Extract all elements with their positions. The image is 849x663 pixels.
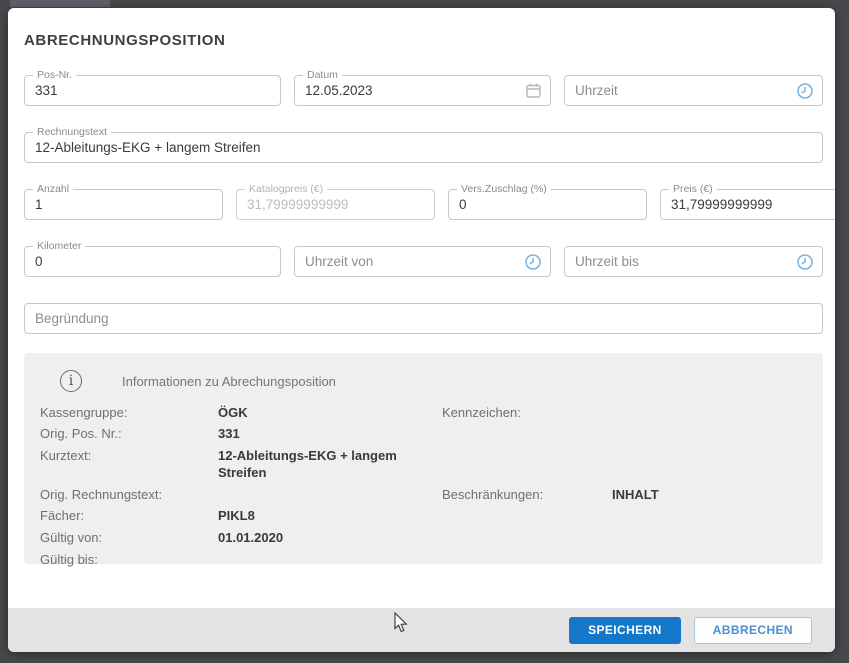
kilometer-input[interactable] xyxy=(25,254,280,269)
clock-icon[interactable] xyxy=(796,82,814,100)
abbrechen-button[interactable]: ABBRECHEN xyxy=(694,617,812,644)
info-label: Beschränkungen: xyxy=(442,484,612,506)
info-icon: i xyxy=(60,370,82,392)
uhrzeit-field[interactable] xyxy=(564,75,823,106)
info-grid: Kassengruppe: ÖGK Kennzeichen: Orig. Pos… xyxy=(40,402,807,571)
clock-icon[interactable] xyxy=(796,253,814,271)
row-1: Pos-Nr. Datum xyxy=(24,75,823,106)
info-value: 12-Ableitungs-EKG + langem Streifen xyxy=(218,446,442,484)
info-value: INHALT xyxy=(612,484,807,506)
pos-nr-input[interactable] xyxy=(25,83,280,98)
info-value xyxy=(612,402,807,424)
row-3: Anzahl Katalogpreis (€) Vers.Zuschlag (%… xyxy=(24,189,823,220)
pos-nr-label: Pos-Nr. xyxy=(33,69,76,81)
info-panel-header: i Informationen zu Abrechungsposition xyxy=(60,370,807,392)
info-panel-title: Informationen zu Abrechungsposition xyxy=(122,374,336,389)
info-label: Gültig bis: xyxy=(40,550,218,572)
info-label: Gültig von: xyxy=(40,528,218,550)
info-value xyxy=(218,550,442,572)
info-label: Fächer: xyxy=(40,506,218,528)
info-label xyxy=(442,550,612,572)
row-2: Rechnungstext xyxy=(24,132,823,163)
preis-field[interactable]: Preis (€) xyxy=(660,189,835,220)
pos-nr-field[interactable]: Pos-Nr. xyxy=(24,75,281,106)
begruendung-input[interactable] xyxy=(25,311,822,326)
speichern-button[interactable]: SPEICHERN xyxy=(569,617,681,644)
kilometer-field[interactable]: Kilometer xyxy=(24,246,281,277)
info-value xyxy=(612,446,807,484)
info-value xyxy=(218,484,442,506)
info-label: Kennzeichen: xyxy=(442,402,612,424)
info-label: Kassengruppe: xyxy=(40,402,218,424)
info-label: Orig. Rechnungstext: xyxy=(40,484,218,506)
rechnungstext-field[interactable]: Rechnungstext xyxy=(24,132,823,163)
datum-field[interactable]: Datum xyxy=(294,75,551,106)
row-4: Kilometer xyxy=(24,246,823,277)
info-value xyxy=(612,528,807,550)
katalogpreis-input xyxy=(237,197,434,212)
katalogpreis-label: Katalogpreis (€) xyxy=(245,183,327,195)
uhrzeit-input[interactable] xyxy=(565,83,796,98)
dialog-title: ABRECHNUNGSPOSITION xyxy=(24,32,823,49)
calendar-icon[interactable] xyxy=(525,82,542,99)
uhrzeit-von-field[interactable] xyxy=(294,246,551,277)
katalogpreis-field: Katalogpreis (€) xyxy=(236,189,435,220)
window-edge-tab xyxy=(10,0,110,7)
begruendung-field[interactable] xyxy=(24,303,823,334)
anzahl-label: Anzahl xyxy=(33,183,73,195)
row-5 xyxy=(24,303,823,334)
kilometer-label: Kilometer xyxy=(33,240,85,252)
vers-zuschlag-input[interactable] xyxy=(449,197,646,212)
abrechnungsposition-dialog: ABRECHNUNGSPOSITION Pos-Nr. Datum xyxy=(8,8,835,652)
dialog-footer: SPEICHERN ABBRECHEN xyxy=(8,608,835,652)
preis-input[interactable] xyxy=(661,197,835,212)
info-value xyxy=(612,550,807,572)
info-value xyxy=(612,424,807,446)
info-value: 331 xyxy=(218,424,442,446)
info-label: Orig. Pos. Nr.: xyxy=(40,424,218,446)
info-label xyxy=(442,446,612,484)
anzahl-input[interactable] xyxy=(25,197,222,212)
uhrzeit-von-input[interactable] xyxy=(295,254,524,269)
rechnungstext-label: Rechnungstext xyxy=(33,126,111,138)
preis-label: Preis (€) xyxy=(669,183,717,195)
vers-zuschlag-field[interactable]: Vers.Zuschlag (%) xyxy=(448,189,647,220)
info-value: PIKL8 xyxy=(218,506,442,528)
info-label xyxy=(442,506,612,528)
info-panel: i Informationen zu Abrechungsposition Ka… xyxy=(24,353,823,564)
uhrzeit-bis-field[interactable] xyxy=(564,246,823,277)
rechnungstext-input[interactable] xyxy=(25,140,822,155)
datum-input[interactable] xyxy=(295,83,525,98)
info-value: ÖGK xyxy=(218,402,442,424)
info-value xyxy=(612,506,807,528)
datum-label: Datum xyxy=(303,69,342,81)
uhrzeit-bis-input[interactable] xyxy=(565,254,796,269)
info-label xyxy=(442,424,612,446)
info-label xyxy=(442,528,612,550)
info-value: 01.01.2020 xyxy=(218,528,442,550)
info-label: Kurztext: xyxy=(40,446,218,484)
anzahl-field[interactable]: Anzahl xyxy=(24,189,223,220)
vers-zuschlag-label: Vers.Zuschlag (%) xyxy=(457,183,551,195)
clock-icon[interactable] xyxy=(524,253,542,271)
